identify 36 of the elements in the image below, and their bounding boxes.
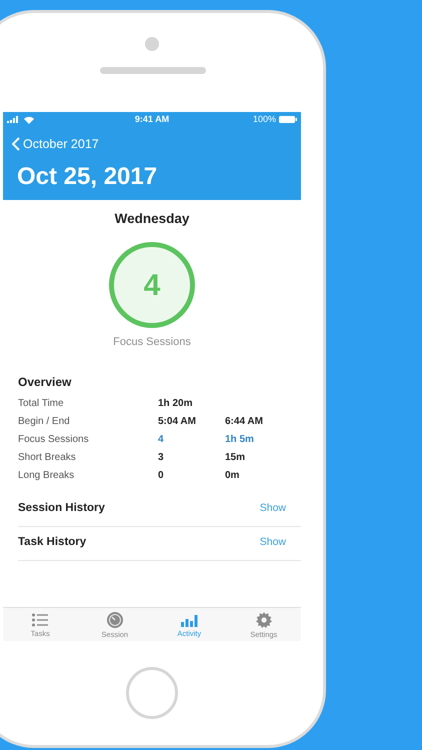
row-label: Long Breaks	[18, 469, 76, 483]
wifi-icon	[24, 116, 34, 124]
page-title: Oct 25, 2017	[16, 162, 158, 192]
row-label: Total Time	[18, 397, 65, 411]
session-count: 4	[109, 242, 195, 328]
bar-chart-icon	[180, 614, 198, 627]
row-value: 0m	[225, 469, 240, 483]
section-title: Session History	[18, 501, 105, 516]
back-button[interactable]: October 2017	[3, 135, 108, 154]
settings-icon	[256, 612, 272, 628]
signal-icon	[7, 116, 21, 123]
list-icon	[32, 613, 48, 628]
battery-percent: 100%	[252, 112, 276, 126]
row-label: Begin / End	[18, 415, 71, 429]
speaker-icon	[100, 67, 206, 74]
row-value: 3	[158, 451, 165, 465]
summary-label: Focus Sessions	[113, 335, 192, 350]
section-title: Task History	[18, 535, 86, 550]
home-button[interactable]	[126, 667, 178, 719]
row-value: 1h 5m	[225, 433, 254, 447]
dial-icon	[106, 612, 123, 628]
chevron-left-icon	[12, 137, 20, 152]
row-value: 0	[158, 469, 165, 483]
show-link[interactable]: Show	[260, 535, 286, 551]
section-title: Overview	[18, 374, 72, 390]
show-link[interactable]: Show	[260, 501, 286, 517]
row-value: 5:04 AM	[158, 415, 197, 429]
status-time: 9:41 AM	[134, 112, 170, 126]
battery-icon	[279, 116, 297, 123]
row-label: Short Breaks	[18, 451, 77, 465]
row-value: 1h 20m	[158, 397, 194, 411]
row-value: 15m	[225, 451, 246, 465]
row-label: Focus Sessions	[18, 433, 90, 447]
row-value: 4	[158, 433, 165, 447]
row-value: 6:44 AM	[225, 415, 263, 429]
day-heading: Wednesday	[114, 210, 190, 228]
